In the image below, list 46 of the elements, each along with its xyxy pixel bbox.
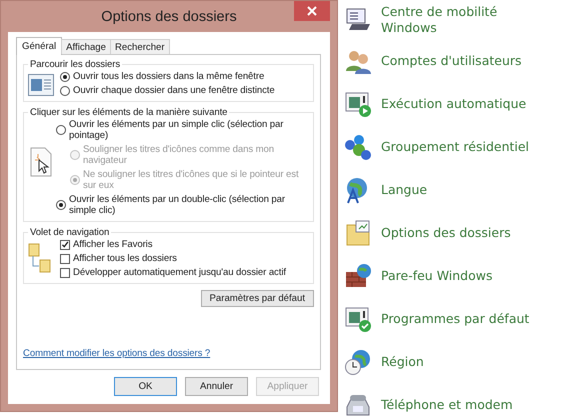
- checkbox[interactable]: [60, 254, 70, 264]
- checkbox-option[interactable]: Afficher tous les dossiers: [60, 253, 309, 264]
- radio-option[interactable]: Ouvrir tous les dossiers dans la même fenêtre: [60, 71, 309, 82]
- window-icon: [28, 74, 54, 96]
- dialog-button[interactable]: Annuler: [185, 377, 248, 396]
- control-panel-item[interactable]: Programmes par défaut: [381, 310, 551, 326]
- radio-option[interactable]: Ouvrir les éléments par un simple clic (sélection par pointage): [56, 119, 309, 141]
- dialog-button[interactable]: OK: [114, 377, 177, 396]
- close-icon: [307, 6, 317, 16]
- tab[interactable]: Général: [16, 37, 62, 55]
- checkbox-option[interactable]: Afficher les Favoris: [60, 239, 309, 250]
- firewall-icon: [344, 262, 372, 290]
- control-panel-item[interactable]: Groupement résidentiel: [381, 138, 551, 154]
- checkbox[interactable]: [60, 268, 70, 278]
- window-play-icon: [344, 90, 372, 118]
- control-panel-item[interactable]: Téléphone et modem: [381, 396, 551, 412]
- radio-button[interactable]: [60, 86, 70, 96]
- control-panel-item[interactable]: Options des dossiers: [381, 224, 551, 240]
- control-panel-item[interactable]: Comptes d'utilisateurs: [381, 52, 551, 68]
- checkbox[interactable]: [60, 240, 70, 250]
- radio-button[interactable]: [60, 72, 70, 82]
- tab[interactable]: Rechercher: [110, 39, 170, 54]
- control-panel-item[interactable]: Centre de mobilité Windows: [381, 4, 551, 36]
- radio-option[interactable]: Ouvrir les éléments par un double-clic (sélection par simple clic): [56, 194, 309, 216]
- window-title: Options des dossiers: [101, 8, 237, 24]
- group-title: Cliquer sur les éléments de la manière suivante: [29, 107, 228, 118]
- radio-option[interactable]: Ouvrir chaque dossier dans une fenêtre distincte: [60, 85, 309, 96]
- folder-icon: [344, 218, 372, 246]
- network-icon: [344, 132, 372, 160]
- control-panel-item[interactable]: Région: [381, 354, 551, 370]
- close-button[interactable]: [294, 1, 330, 21]
- window-check-icon: [344, 304, 372, 332]
- cursor-icon: [30, 147, 52, 177]
- control-panel-item[interactable]: Exécution automatique: [381, 96, 551, 112]
- checkmark-icon: [61, 240, 69, 249]
- globe-clock-icon: [344, 348, 372, 376]
- radio-button[interactable]: [56, 125, 66, 135]
- checkbox-option[interactable]: Développer automatiquement jusqu'au dossier actif: [60, 267, 309, 278]
- tab[interactable]: Affichage: [61, 39, 111, 54]
- help-link[interactable]: Comment modifier les options des dossiers ?: [23, 348, 314, 359]
- group-title: Volet de navigation: [29, 227, 110, 238]
- control-panel-item[interactable]: Pare-feu Windows: [381, 268, 551, 284]
- control-panel-item[interactable]: Langue: [381, 182, 551, 198]
- group-title: Parcourir les dossiers: [29, 59, 122, 70]
- radio-button[interactable]: [56, 200, 66, 210]
- restore-defaults-button[interactable]: Paramètres par défaut: [200, 290, 314, 307]
